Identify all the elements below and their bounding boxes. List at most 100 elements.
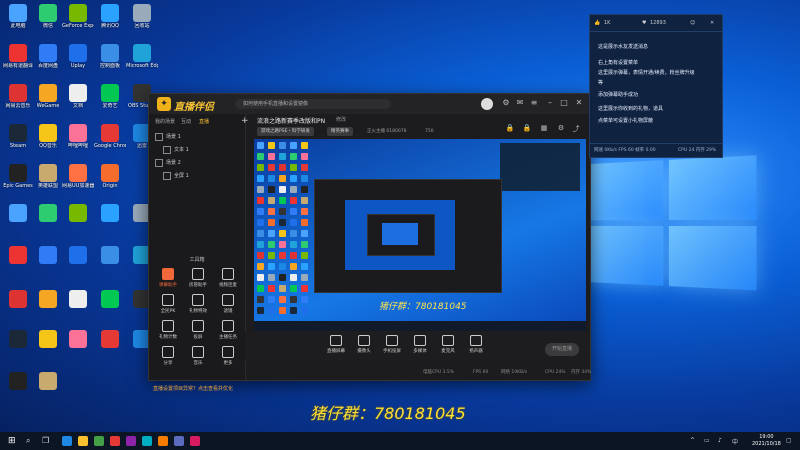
source-control-button[interactable]: 扬声器: [463, 335, 489, 354]
desktop-icon[interactable]: Uplay: [62, 44, 94, 69]
desktop-icon[interactable]: 腾讯QQ: [94, 4, 126, 29]
desktop-icon[interactable]: [2, 290, 34, 308]
desktop-icon[interactable]: [2, 330, 34, 348]
minimize-icon[interactable]: –: [545, 98, 555, 108]
taskbar-app-icon[interactable]: [110, 436, 120, 446]
layout-icon[interactable]: ▦: [539, 124, 549, 134]
desktop-icon[interactable]: [2, 204, 34, 222]
desktop-icon[interactable]: Epic Games: [2, 164, 34, 189]
scene-item[interactable]: 文本 1: [155, 145, 239, 156]
source-control-button[interactable]: 多媒体: [407, 335, 433, 354]
desktop-icon[interactable]: [62, 204, 94, 222]
desktop-icon[interactable]: 控制面板: [94, 44, 126, 69]
toolbox-item[interactable]: 投屏: [183, 320, 213, 340]
desktop-icon[interactable]: [32, 204, 64, 222]
category-chip[interactable]: 游戏之路PSE・科学研发: [257, 127, 314, 136]
toolbox-item[interactable]: 礼物特效: [183, 294, 213, 314]
menu-icon[interactable]: ≡: [529, 98, 539, 108]
volume-icon[interactable]: ♪: [718, 437, 722, 444]
desktop-icon[interactable]: 爱奇艺: [94, 84, 126, 109]
scene-item[interactable]: 场景 1: [155, 132, 239, 143]
source-control-button[interactable]: 麦克风: [435, 335, 461, 354]
taskbar-app-icon[interactable]: [174, 436, 184, 446]
maximize-icon[interactable]: □: [559, 98, 569, 108]
tab-my-scenes[interactable]: 我的场景: [155, 118, 175, 125]
app-titlebar[interactable]: ✦ 直播伴侣 如何使用手机直播和设置镜像 ⚙ ✉ ≡ – □ ✕: [149, 94, 590, 114]
taskbar-app-icon[interactable]: [126, 436, 136, 446]
stream-preview[interactable]: 猪仔群：780181045: [254, 139, 586, 331]
scene-item[interactable]: 全屏 1: [155, 171, 239, 182]
desktop-icon[interactable]: 微信: [32, 4, 64, 29]
start-button[interactable]: ⊞: [8, 436, 18, 446]
desktop-icon[interactable]: Origin: [94, 164, 126, 189]
scene-item[interactable]: 场景 2: [155, 158, 239, 169]
desktop-icon[interactable]: [2, 246, 34, 264]
settings-icon[interactable]: ⚙: [501, 98, 511, 108]
taskbar-app-icon[interactable]: [94, 436, 104, 446]
gear-icon[interactable]: ⚙: [556, 124, 566, 134]
source-control-button[interactable]: 直播屏幕: [323, 335, 349, 354]
notice-banner[interactable]: 如何使用手机直播和设置镜像: [235, 99, 391, 109]
ime-icon[interactable]: 中: [732, 437, 738, 446]
desktop-icon[interactable]: 网易有道翻译: [2, 44, 34, 69]
desktop-icon[interactable]: [94, 246, 126, 264]
clock[interactable]: 19:00 2021/10/18: [752, 434, 781, 448]
desktop-icon[interactable]: 网易UU加速器: [62, 164, 94, 189]
modify-title-button[interactable]: 修改: [336, 116, 346, 123]
task-view-icon[interactable]: ❐: [42, 436, 52, 446]
desktop-icon[interactable]: [2, 372, 34, 390]
desktop-icon[interactable]: [94, 330, 126, 348]
desktop-icon[interactable]: 文档: [62, 84, 94, 109]
desktop-icon[interactable]: 此电脑: [2, 4, 34, 29]
toolbox-item[interactable]: 房管助手: [183, 268, 213, 288]
desktop-icon[interactable]: 百度网盘: [32, 44, 64, 69]
toolbox-item[interactable]: 弹幕助手: [153, 268, 183, 288]
desktop-icon[interactable]: [32, 246, 64, 264]
desktop-icon[interactable]: WeGame: [32, 84, 64, 109]
search-icon[interactable]: ⌕: [26, 436, 36, 446]
desktop-icon[interactable]: [62, 246, 94, 264]
source-control-button[interactable]: 摄像头: [351, 335, 377, 354]
desktop-icon[interactable]: [94, 204, 126, 222]
taskbar-app-icon[interactable]: [158, 436, 168, 446]
taskbar-app-icon[interactable]: [142, 436, 152, 446]
desktop-icon[interactable]: GeForce Experience: [62, 4, 94, 29]
tag-chip[interactable]: 精英赛事: [327, 127, 353, 136]
tab-interact[interactable]: 互动: [181, 118, 191, 125]
network-icon[interactable]: ▭: [704, 437, 710, 444]
source-control-button[interactable]: 手机投屏: [379, 335, 405, 354]
desktop-icon[interactable]: [94, 290, 126, 308]
desktop-icon[interactable]: [32, 290, 64, 308]
close-icon[interactable]: ✕: [710, 20, 714, 26]
desktop-icon[interactable]: 英雄联盟: [32, 164, 64, 189]
desktop-icon[interactable]: 哔哩哔哩: [62, 124, 94, 149]
desktop-icon[interactable]: [32, 372, 64, 390]
toolbox-item[interactable]: 视频连麦: [213, 268, 243, 288]
toolbox-item[interactable]: 全民PK: [153, 294, 183, 314]
person-icon[interactable]: ☺: [690, 20, 695, 26]
toolbox-item[interactable]: 音乐: [183, 346, 213, 366]
lock-icon[interactable]: 🔒: [505, 124, 515, 134]
toolbox-item[interactable]: 分享: [153, 346, 183, 366]
add-scene-icon[interactable]: +: [241, 116, 249, 126]
desktop-icon[interactable]: [62, 290, 94, 308]
lock-icon[interactable]: 🔒: [522, 124, 532, 134]
desktop-icon[interactable]: Steam: [2, 124, 34, 149]
toolbox-item[interactable]: 礼物计数: [153, 320, 183, 340]
avatar[interactable]: [481, 98, 493, 110]
live-stream-app-window[interactable]: ✦ 直播伴侣 如何使用手机直播和设置镜像 ⚙ ✉ ≡ – □ ✕ 我的场景 互动…: [148, 93, 591, 392]
taskbar-app-icon[interactable]: [190, 436, 200, 446]
toolbox-item[interactable]: 滤镜: [213, 294, 243, 314]
desktop-icon[interactable]: [62, 330, 94, 348]
taskbar-app-icon[interactable]: [62, 436, 72, 446]
desktop-icon[interactable]: [32, 330, 64, 348]
desktop-icon[interactable]: Microsoft Edge: [126, 44, 158, 69]
toolbox-item[interactable]: 更多: [213, 346, 243, 366]
taskbar-app-icon[interactable]: [78, 436, 88, 446]
start-live-button[interactable]: 开始直播: [545, 343, 579, 356]
desktop-icon[interactable]: 回收站: [126, 4, 158, 29]
desktop-icon[interactable]: QQ音乐: [32, 124, 64, 149]
desktop-icon[interactable]: Google Chrome: [94, 124, 126, 149]
toolbox-item[interactable]: 主播任务: [213, 320, 243, 340]
share-icon[interactable]: ⤴: [571, 124, 581, 134]
